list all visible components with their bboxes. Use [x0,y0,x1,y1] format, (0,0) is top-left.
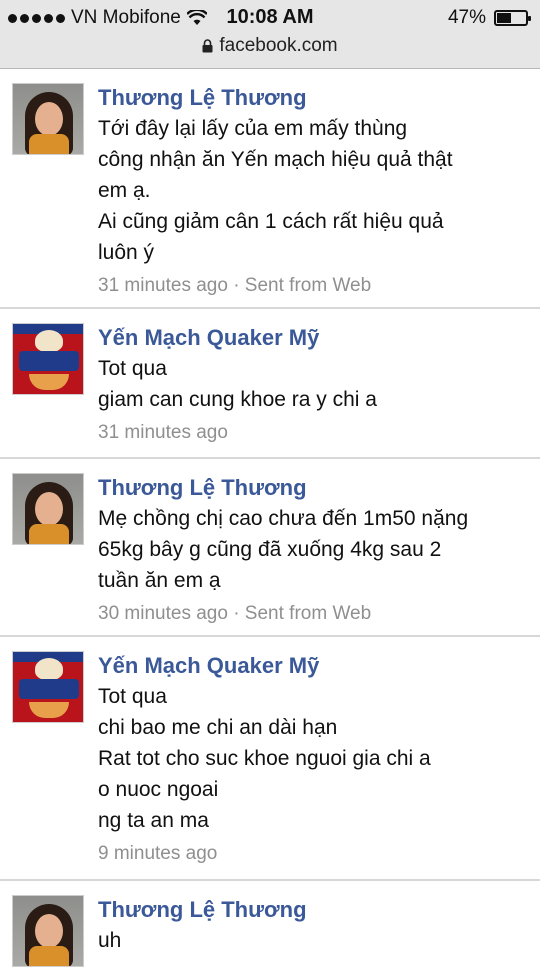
lock-icon [202,39,213,53]
comment-author[interactable]: Thương Lệ Thương [98,895,526,925]
comment-text-line: ng ta an ma [98,809,209,832]
comment-author[interactable]: Yến Mạch Quaker Mỹ [98,323,526,353]
comment-text-line: uh [98,929,122,952]
comment-text-line: em ạ. [98,179,151,202]
comment-item: Yến Mạch Quaker Mỹ Tot qua chi bao me ch… [0,637,540,881]
url-domain: facebook.com [219,35,338,56]
comment-text-line: Ai cũng giảm cân 1 cách rất hiệu quả [98,210,444,233]
status-bar: VN Mobifone 10:08 AM 47% [0,0,540,34]
comment-text-line: chi bao me chi an dài hạn [98,716,338,739]
battery-fill [497,13,512,23]
comment-text-line: Tới đây lại lấy của em mấy thùng [98,117,408,140]
url-bar[interactable]: facebook.com [0,34,540,69]
comment-meta: 31 minutes ago [98,422,228,443]
comment-feed: Thương Lệ Thương Tới đây lại lấy của em … [0,69,540,971]
battery-icon [494,10,531,26]
battery-percent: 47% [447,7,486,28]
comment-author[interactable]: Thương Lệ Thương [98,83,526,113]
comment-item: Thương Lệ Thương Mẹ chồng chị cao chưa đ… [0,459,540,637]
comment-text-line: Tot qua [98,685,167,708]
comment-text-line: tuần ăn em ạ [98,569,221,592]
comment-meta: 9 minutes ago [98,843,218,864]
comment-text-line: giam can cung khoe ra y chi a [98,388,377,411]
comment-item: Thương Lệ Thương uh [0,881,540,971]
comment-text-line: công nhận ăn Yến mạch hiệu quả thật [98,148,453,171]
woman-avatar[interactable] [12,895,84,967]
quaker-oats-avatar[interactable] [12,323,84,395]
comment-meta: 30 minutes ago · Sent from Web [98,603,372,624]
comment-text-line: 65kg bây g cũng đã xuống 4kg sau 2 [98,538,442,561]
woman-avatar[interactable] [12,473,84,545]
comment-item: Thương Lệ Thương Tới đây lại lấy của em … [0,69,540,309]
comment-text-line: Mẹ chồng chị cao chưa đến 1m50 nặng [98,507,469,530]
comment-author[interactable]: Thương Lệ Thương [98,473,526,503]
quaker-oats-avatar[interactable] [12,651,84,723]
comment-text-line: Rat tot cho suc khoe nguoi gia chi a [98,747,431,770]
woman-avatar[interactable] [12,83,84,155]
comment-text-line: luôn ý [98,241,155,264]
comment-item: Yến Mạch Quaker Mỹ Tot qua giam can cung… [0,309,540,459]
comment-text-line: Tot qua [98,357,167,380]
comment-text-line: o nuoc ngoai [98,778,219,801]
comment-author[interactable]: Yến Mạch Quaker Mỹ [98,651,526,681]
comment-meta: 31 minutes ago · Sent from Web [98,275,372,296]
battery-group: 47% [447,7,531,29]
